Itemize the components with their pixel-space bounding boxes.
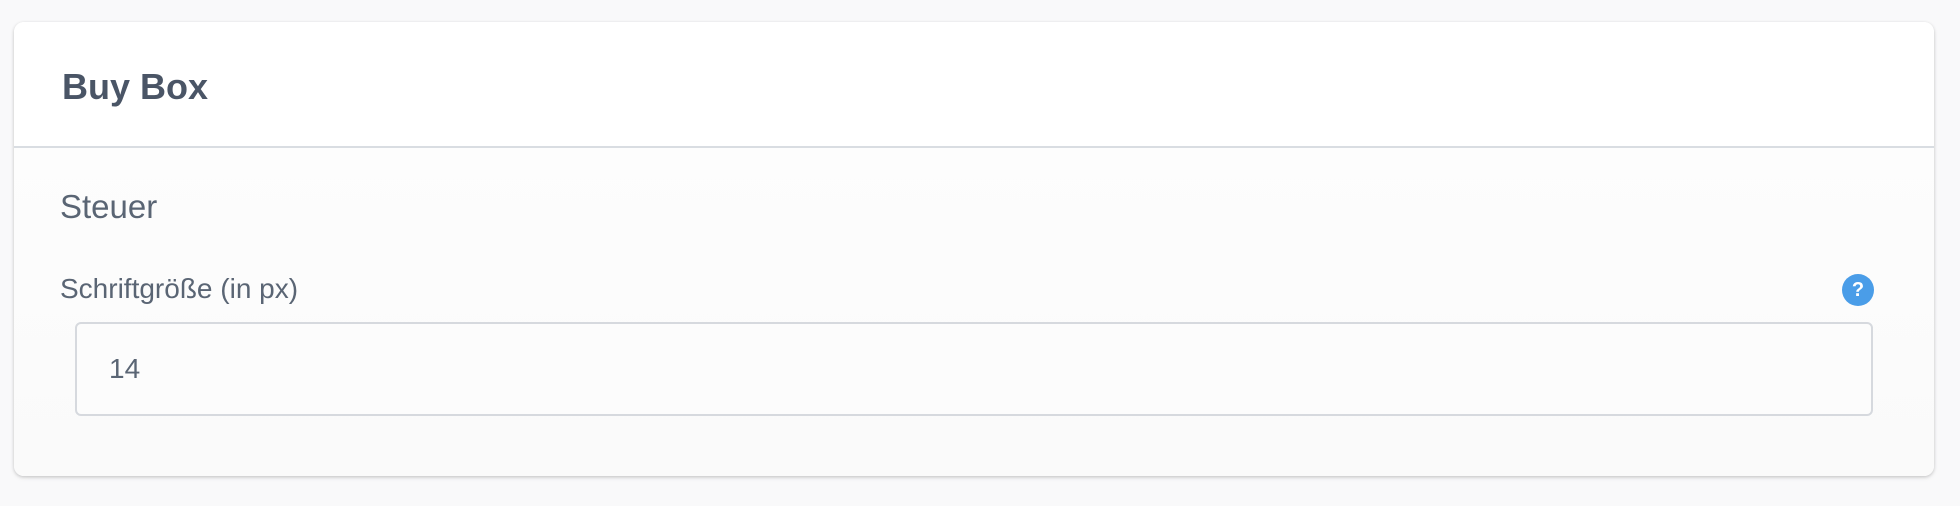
font-size-label: Schriftgröße (in px) <box>60 273 299 304</box>
section-title: Steuer <box>60 188 158 225</box>
font-size-input[interactable] <box>75 322 1873 416</box>
card-title: Buy Box <box>62 66 209 107</box>
card-body <box>14 148 1934 476</box>
card-header: Buy Box <box>14 22 1934 148</box>
help-icon[interactable]: ? <box>1842 274 1874 306</box>
